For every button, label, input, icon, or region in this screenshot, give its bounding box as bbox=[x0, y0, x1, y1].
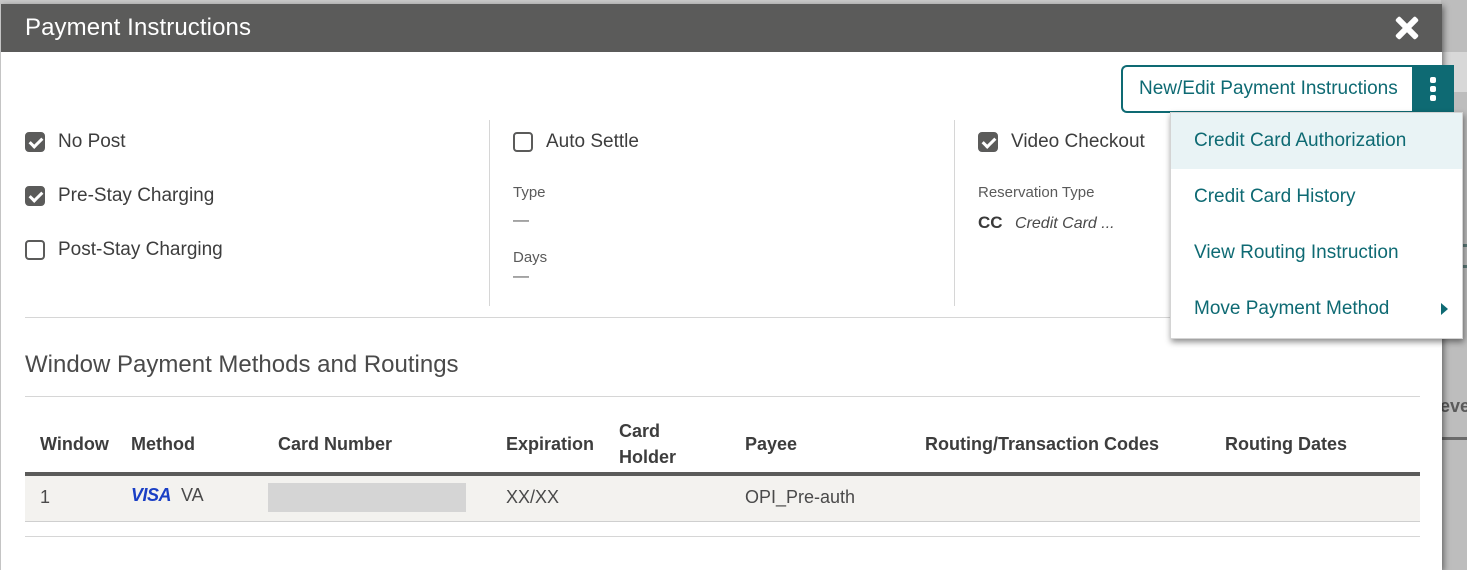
table-bottom-divider bbox=[25, 536, 1420, 537]
column-header-card-holder-line2: Holder bbox=[619, 447, 677, 467]
column-header-window[interactable]: Window bbox=[40, 431, 109, 457]
reservation-type-code: CC bbox=[978, 213, 1003, 232]
dialog-titlebar: Payment Instructions bbox=[1, 4, 1442, 52]
cell-payee: OPI_Pre-auth bbox=[745, 487, 856, 507]
checkbox-no-post[interactable]: No Post bbox=[25, 130, 126, 154]
close-icon[interactable] bbox=[1394, 15, 1420, 41]
payment-actions: New/Edit Payment Instructions bbox=[1121, 65, 1454, 113]
video-checkout-options: Video Checkout Reservation Type CC Credi… bbox=[954, 120, 1205, 306]
checkbox-icon[interactable] bbox=[978, 132, 998, 152]
type-label: Type bbox=[513, 184, 546, 201]
type-value: — bbox=[513, 212, 529, 229]
checkbox-auto-settle[interactable]: Auto Settle bbox=[513, 130, 639, 154]
table-row[interactable]: 1 VISA VA XX/XX OPI_Pre-auth bbox=[25, 476, 1420, 522]
new-edit-payment-instructions-button[interactable]: New/Edit Payment Instructions bbox=[1121, 65, 1412, 113]
checkbox-icon[interactable] bbox=[25, 186, 45, 206]
checkbox-post-stay-charging[interactable]: Post-Stay Charging bbox=[25, 238, 223, 262]
cell-method: VISA VA bbox=[131, 485, 204, 506]
visa-logo-icon: VISA bbox=[131, 485, 172, 505]
reservation-type-description: Credit Card ... bbox=[1015, 215, 1115, 232]
menu-item-label: Move Payment Method bbox=[1194, 298, 1390, 319]
checkbox-label: Video Checkout bbox=[1011, 131, 1145, 152]
column-header-method[interactable]: Method bbox=[131, 431, 195, 457]
divider bbox=[25, 396, 1420, 397]
column-header-routing-dates[interactable]: Routing Dates bbox=[1225, 431, 1347, 457]
actions-dropdown-menu: Credit Card Authorization Credit Card Hi… bbox=[1170, 112, 1463, 339]
dialog-title: Payment Instructions bbox=[25, 14, 252, 41]
menu-item-label: View Routing Instruction bbox=[1194, 242, 1399, 263]
days-label: Days bbox=[513, 249, 548, 266]
checkbox-label: Post-Stay Charging bbox=[58, 239, 223, 260]
column-header-card-holder-line1: Card bbox=[619, 421, 661, 441]
menu-item-label: Credit Card Authorization bbox=[1194, 130, 1407, 151]
table-header: Window Method Card Number Expiration Car… bbox=[25, 416, 1420, 476]
days-value: — bbox=[513, 268, 529, 285]
method-code: VA bbox=[181, 485, 204, 505]
column-header-payee[interactable]: Payee bbox=[745, 431, 797, 457]
cell-card-number-masked bbox=[268, 483, 466, 512]
menu-item-move-payment-method[interactable]: Move Payment Method bbox=[1171, 281, 1462, 337]
cell-expiration: XX/XX bbox=[506, 487, 560, 507]
checkbox-icon[interactable] bbox=[513, 132, 533, 152]
kebab-vertical-icon[interactable] bbox=[1411, 65, 1454, 113]
menu-item-view-routing-instruction[interactable]: View Routing Instruction bbox=[1171, 225, 1462, 281]
column-header-card-holder[interactable]: Card Holder bbox=[619, 418, 676, 470]
section-title: Window Payment Methods and Routings bbox=[25, 351, 459, 378]
checkbox-label: Pre-Stay Charging bbox=[58, 185, 215, 206]
background-partial-text: eve bbox=[1440, 396, 1467, 416]
checkbox-icon[interactable] bbox=[25, 132, 45, 152]
menu-item-label: Credit Card History bbox=[1194, 186, 1356, 207]
caret-right-icon bbox=[1441, 303, 1448, 315]
column-header-card-number[interactable]: Card Number bbox=[278, 431, 392, 457]
charging-options: No Post Pre-Stay Charging Post-Stay Char… bbox=[25, 120, 489, 306]
column-header-expiration[interactable]: Expiration bbox=[506, 431, 594, 457]
checkbox-label: No Post bbox=[58, 131, 126, 152]
column-header-routing-codes[interactable]: Routing/Transaction Codes bbox=[925, 431, 1159, 457]
menu-item-credit-card-authorization[interactable]: Credit Card Authorization bbox=[1171, 113, 1462, 169]
menu-item-credit-card-history[interactable]: Credit Card History bbox=[1171, 169, 1462, 225]
payment-methods-table: Window Method Card Number Expiration Car… bbox=[25, 416, 1420, 522]
background-divider bbox=[1441, 437, 1467, 440]
auto-settle-options: Auto Settle Type — Days — bbox=[489, 120, 955, 306]
reservation-type-value: CC Credit Card ... bbox=[978, 213, 1115, 233]
cell-window: 1 bbox=[40, 487, 51, 507]
reservation-type-label: Reservation Type bbox=[978, 184, 1095, 201]
checkbox-pre-stay-charging[interactable]: Pre-Stay Charging bbox=[25, 184, 214, 208]
checkbox-icon[interactable] bbox=[25, 240, 45, 260]
checkbox-video-checkout[interactable]: Video Checkout bbox=[978, 130, 1145, 154]
checkbox-label: Auto Settle bbox=[546, 131, 639, 152]
